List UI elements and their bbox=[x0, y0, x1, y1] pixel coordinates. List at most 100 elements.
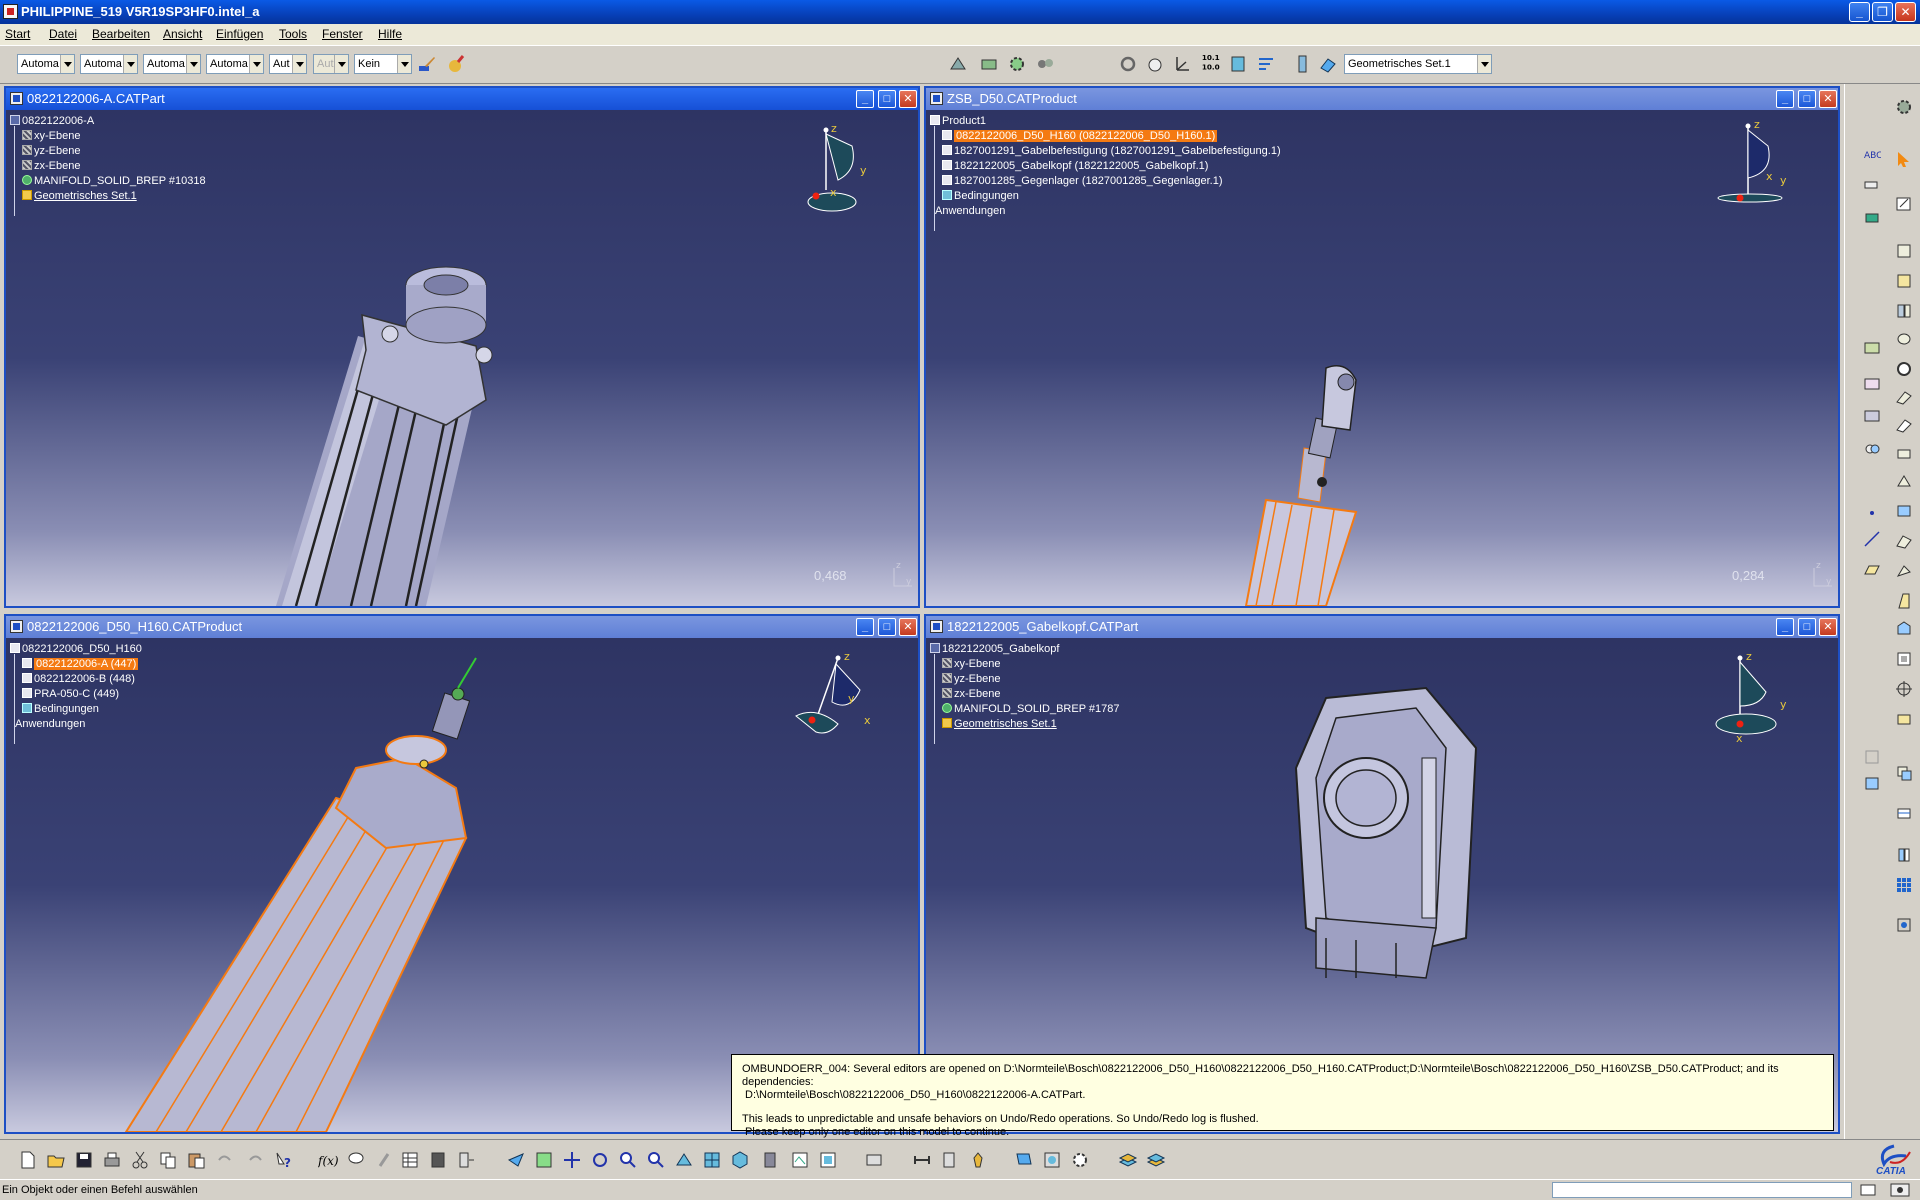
remove-material-icon[interactable] bbox=[1895, 502, 1913, 520]
help-icon[interactable]: ? bbox=[274, 1150, 294, 1170]
tree-node[interactable]: 0822122006-A bbox=[10, 114, 206, 129]
sketch-icon[interactable] bbox=[1895, 194, 1913, 212]
pad-icon[interactable] bbox=[1895, 242, 1913, 260]
fly-mode-icon[interactable] bbox=[506, 1150, 526, 1170]
point-symbol-combo[interactable]: Aut bbox=[269, 54, 307, 74]
tree-node[interactable]: Geometrisches Set.1 bbox=[10, 189, 206, 204]
chamfer-icon[interactable] bbox=[1895, 562, 1913, 580]
section-icon[interactable] bbox=[1228, 54, 1248, 74]
transparency-combo[interactable]: Automa bbox=[80, 54, 138, 74]
knowledge-icon[interactable] bbox=[456, 1150, 476, 1170]
draft-icon[interactable] bbox=[1895, 592, 1913, 610]
slot-icon[interactable] bbox=[1895, 416, 1913, 434]
tree-node[interactable]: xy-Ebene bbox=[10, 129, 206, 144]
minimize-button[interactable]: _ bbox=[1849, 2, 1870, 22]
catalog-icon[interactable] bbox=[428, 1150, 448, 1170]
multi-view-icon[interactable] bbox=[702, 1150, 722, 1170]
tree-node[interactable]: MANIFOLD_SOLID_BREP #10318 bbox=[10, 174, 206, 189]
catia-app-icon[interactable] bbox=[3, 4, 18, 19]
pan-icon[interactable] bbox=[562, 1150, 582, 1170]
measure-icon[interactable] bbox=[1895, 916, 1913, 934]
plane-icon[interactable] bbox=[1863, 560, 1881, 578]
window-titlebar[interactable]: ZSB_D50.CATProduct _ □ ✕ bbox=[926, 88, 1838, 110]
tree-node[interactable]: yz-Ebene bbox=[930, 672, 1119, 687]
close-button[interactable]: ✕ bbox=[1895, 2, 1916, 22]
rotate-icon[interactable] bbox=[1118, 54, 1138, 74]
menu-bearbeiten[interactable]: Bearbeiten bbox=[92, 27, 150, 41]
compass-icon[interactable]: z y x bbox=[776, 650, 876, 760]
constraint-icon[interactable] bbox=[1863, 374, 1881, 392]
paste-icon[interactable] bbox=[186, 1150, 206, 1170]
target-icon[interactable] bbox=[1895, 680, 1913, 698]
inertia-icon[interactable] bbox=[968, 1150, 988, 1170]
tree-node[interactable]: Product1 bbox=[930, 114, 1281, 129]
new-file-icon[interactable] bbox=[18, 1150, 38, 1170]
layer-combo[interactable]: Kein bbox=[354, 54, 412, 74]
tree-node[interactable]: Anwendungen bbox=[930, 204, 1281, 219]
cursor-icon[interactable] bbox=[1895, 150, 1913, 168]
3d-viewport[interactable]: Product1 0822122006_D50_H160 (0822122006… bbox=[926, 110, 1838, 606]
formula-icon[interactable]: f(x) bbox=[318, 1150, 338, 1170]
tree-node[interactable]: PRA-050-C (449) bbox=[10, 687, 142, 702]
fit-all-icon[interactable] bbox=[534, 1150, 554, 1170]
text-icon[interactable]: ABC bbox=[1863, 146, 1881, 164]
gears-icon[interactable] bbox=[1070, 1150, 1090, 1170]
annotation-icon[interactable] bbox=[1863, 176, 1881, 194]
list-icon[interactable] bbox=[1293, 54, 1313, 74]
window-zsb-product[interactable]: ZSB_D50.CATProduct _ □ ✕ Product1 082212… bbox=[924, 86, 1840, 608]
product-structure-icon[interactable] bbox=[948, 54, 968, 74]
multisection-icon[interactable] bbox=[1895, 472, 1913, 490]
tree-node[interactable]: 1822122005_Gabelkopf bbox=[930, 642, 1119, 657]
menu-datei[interactable]: Datei bbox=[49, 27, 77, 41]
tree-node[interactable]: 1827001291_Gabelbefestigung (1827001291_… bbox=[930, 144, 1281, 159]
tree-node[interactable]: yz-Ebene bbox=[10, 144, 206, 159]
tree-node[interactable]: zx-Ebene bbox=[930, 687, 1119, 702]
tree-node[interactable]: 0822122006_D50_H160 (0822122006_D50_H160… bbox=[930, 129, 1281, 144]
hand-icon[interactable] bbox=[1145, 54, 1165, 74]
measure-item-icon[interactable] bbox=[940, 1150, 960, 1170]
flag-note-icon[interactable] bbox=[1014, 1150, 1034, 1170]
rotate-view-icon[interactable] bbox=[590, 1150, 610, 1170]
rib-icon[interactable] bbox=[1895, 388, 1913, 406]
window-part-a[interactable]: 0822122006-A.CATPart _ □ ✕ 0822122006-A … bbox=[4, 86, 920, 608]
close-button[interactable]: ✕ bbox=[1819, 90, 1837, 108]
thick-surface-icon[interactable] bbox=[1895, 846, 1913, 864]
menu-ansicht[interactable]: Ansicht bbox=[163, 27, 202, 41]
line-type-combo[interactable]: Automa bbox=[206, 54, 264, 74]
menu-tools[interactable]: Tools bbox=[279, 27, 307, 41]
hole-icon[interactable] bbox=[1895, 330, 1913, 348]
scan-icon[interactable] bbox=[864, 1150, 884, 1170]
maximize-button[interactable]: □ bbox=[878, 90, 896, 108]
pocket-icon[interactable] bbox=[1895, 272, 1913, 290]
point-icon[interactable] bbox=[1863, 504, 1881, 522]
menu-einfuegen[interactable]: Einfügen bbox=[216, 27, 263, 41]
window-titlebar[interactable]: 1822122005_Gabelkopf.CATPart _ □ ✕ bbox=[926, 616, 1838, 638]
stiffener-icon[interactable] bbox=[1895, 444, 1913, 462]
tree-node[interactable]: MANIFOLD_SOLID_BREP #1787 bbox=[930, 702, 1119, 717]
3d-viewport[interactable]: 0822122006-A xy-Ebene yz-Ebene zx-Ebene … bbox=[6, 110, 918, 606]
tree-node[interactable]: 1827001285_Gegenlager (1827001285_Gegenl… bbox=[930, 174, 1281, 189]
swap-visible-icon[interactable] bbox=[818, 1150, 838, 1170]
compass-icon[interactable]: z y x bbox=[1696, 650, 1796, 760]
format-painter-icon[interactable] bbox=[446, 54, 466, 74]
tree-node[interactable]: xy-Ebene bbox=[930, 657, 1119, 672]
groove-icon[interactable] bbox=[1895, 360, 1913, 378]
thickness-icon[interactable] bbox=[1895, 650, 1913, 668]
line-icon[interactable] bbox=[1863, 530, 1881, 548]
shaft-icon[interactable] bbox=[1895, 302, 1913, 320]
units-icon[interactable]: 10.110.0 bbox=[1200, 52, 1220, 72]
print-icon[interactable] bbox=[102, 1150, 122, 1170]
manipulate-icon[interactable] bbox=[1863, 406, 1881, 424]
open-folder-icon[interactable] bbox=[46, 1150, 66, 1170]
gears-icon[interactable] bbox=[1035, 54, 1055, 74]
color-combo[interactable]: Automa bbox=[17, 54, 75, 74]
stop-icon[interactable] bbox=[1890, 1183, 1910, 1197]
table-icon[interactable] bbox=[400, 1150, 420, 1170]
comment-icon[interactable] bbox=[346, 1150, 366, 1170]
close-button[interactable]: ✕ bbox=[899, 618, 917, 636]
close-button[interactable]: ✕ bbox=[1819, 618, 1837, 636]
geometrical-set-combo[interactable]: Geometrisches Set.1 bbox=[1344, 54, 1492, 74]
iso-view-icon[interactable] bbox=[730, 1150, 750, 1170]
assembly-icon[interactable] bbox=[1863, 338, 1881, 356]
tree-node[interactable]: Anwendungen bbox=[10, 717, 142, 732]
